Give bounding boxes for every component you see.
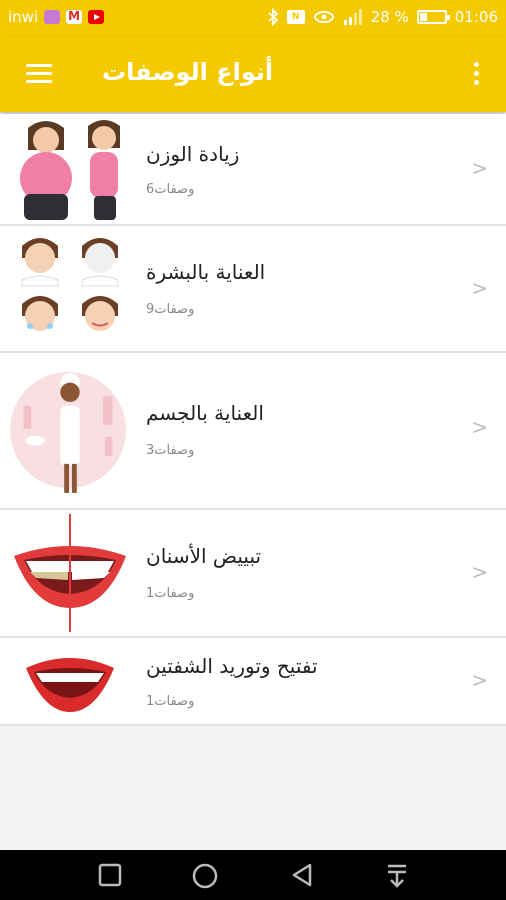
recipe-category-list: زيادة الوزن 6وصفات > العناية بالبشرة 9وص…: [0, 114, 506, 726]
body-care-image: [10, 371, 127, 493]
carrier-name: inwi: [8, 8, 39, 26]
gallery-icon: [44, 10, 61, 24]
battery-icon: [416, 10, 450, 24]
battery-percent: 28 %: [370, 8, 409, 26]
recipe-count: 3وصفات: [146, 443, 195, 458]
status-bar: inwi N 28 % 01:06: [0, 0, 506, 36]
category-title: تبييض الأسنان: [146, 544, 262, 568]
recipe-count: 1وصفات: [146, 694, 195, 709]
list-item-skin-care[interactable]: العناية بالبشرة 9وصفات >: [0, 226, 506, 353]
list-item-teeth-whitening[interactable]: تبييض الأسنان 1وصفات >: [0, 510, 506, 638]
skin-care-image: [21, 238, 119, 331]
page-title: أنواع الوصفات: [102, 58, 274, 86]
home-icon[interactable]: [192, 863, 218, 889]
chevron-right-icon: >: [471, 276, 488, 300]
category-title: العناية بالجسم: [146, 401, 264, 425]
eye-icon: [313, 11, 334, 23]
youtube-icon: [88, 10, 105, 24]
recipe-count: 9وصفات: [146, 302, 195, 317]
category-title: زيادة الوزن: [146, 142, 240, 166]
recent-apps-icon[interactable]: [98, 863, 122, 887]
lips-image: [26, 658, 114, 712]
more-options-icon[interactable]: [474, 62, 482, 89]
bluetooth-icon: [268, 8, 278, 26]
list-item-weight-gain[interactable]: زيادة الوزن 6وصفات >: [0, 114, 506, 226]
category-title: العناية بالبشرة: [146, 260, 266, 284]
list-item-body-care[interactable]: العناية بالجسم 3وصفات >: [0, 353, 506, 510]
clock: 01:06: [454, 8, 498, 26]
signal-icon: [343, 9, 362, 25]
category-title: تفتيح وتوريد الشفتين: [146, 654, 318, 678]
recipe-count: 1وصفات: [146, 586, 195, 601]
list-item-lips-care[interactable]: تفتيح وتوريد الشفتين 1وصفات >: [0, 638, 506, 726]
nfc-icon: N: [286, 10, 305, 24]
recipe-count: 6وصفات: [146, 182, 195, 197]
notification-pull-down-icon[interactable]: [386, 863, 408, 889]
back-icon[interactable]: [290, 863, 314, 887]
app-bar: أنواع الوصفات: [0, 36, 506, 112]
teeth-whitening-image: [14, 514, 126, 632]
chevron-right-icon: >: [471, 415, 488, 439]
menu-icon[interactable]: [26, 64, 52, 84]
gmail-icon: [66, 9, 83, 24]
chevron-right-icon: >: [471, 560, 488, 584]
weight-gain-image: [20, 120, 120, 220]
chevron-right-icon: >: [471, 668, 488, 692]
system-navigation-bar: [0, 850, 506, 900]
chevron-right-icon: >: [471, 156, 488, 180]
